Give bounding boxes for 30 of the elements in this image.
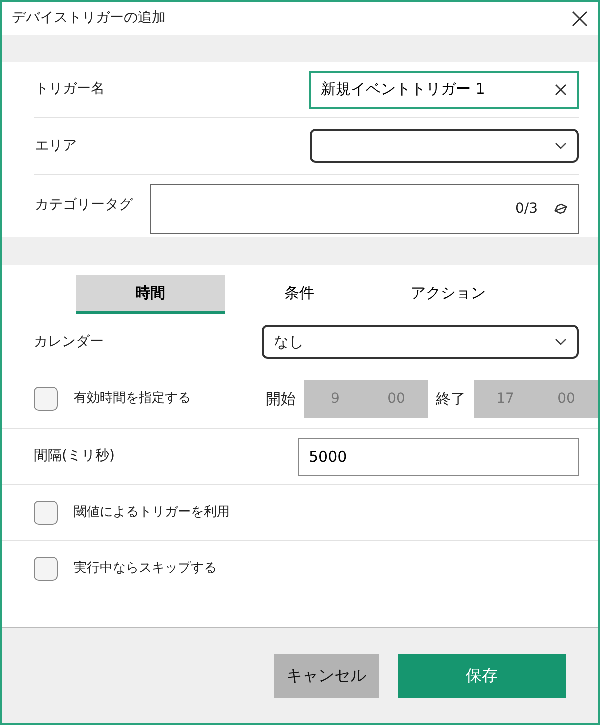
- checkbox[interactable]: [34, 556, 58, 580]
- time-label: 開始: [266, 388, 296, 410]
- field-label: カテゴリータグ: [34, 196, 133, 215]
- chevron-down-icon: [555, 338, 567, 346]
- eraser-icon[interactable]: [554, 203, 568, 215]
- checkbox-label: 有効時間を指定する: [74, 390, 191, 408]
- checkbox[interactable]: [34, 500, 58, 524]
- checkbox[interactable]: [34, 387, 58, 411]
- chevron-down-icon: [555, 142, 567, 150]
- checkbox-label: 閾値によるトリガーを利用: [74, 504, 230, 522]
- cancel-button[interactable]: キャンセル: [274, 654, 379, 698]
- save-button[interactable]: 保存: [398, 654, 566, 698]
- field-label: トリガー名: [34, 80, 105, 99]
- window-title: デバイストリガーの追加: [12, 9, 166, 28]
- tab[interactable]: 条件: [225, 275, 374, 314]
- text-field[interactable]: 5000: [298, 438, 579, 476]
- tab[interactable]: 時間: [76, 275, 225, 314]
- tag-count: 0/3: [515, 200, 538, 218]
- tag-field[interactable]: 0/3: [150, 184, 579, 234]
- text-field[interactable]: 新規イベントトリガー 1: [309, 70, 579, 108]
- checkbox-label: 実行中ならスキップする: [74, 560, 217, 578]
- dropdown-field[interactable]: [310, 129, 579, 163]
- tab[interactable]: アクション: [374, 275, 523, 314]
- field-label: カレンダー: [34, 332, 104, 352]
- dropdown-field[interactable]: なし: [262, 325, 579, 359]
- field-label: 間隔(ミリ秒): [34, 447, 115, 466]
- close-icon[interactable]: [572, 10, 588, 26]
- clear-icon[interactable]: [555, 84, 567, 96]
- field-label: エリア: [34, 136, 77, 156]
- time-label: 終了: [436, 388, 466, 410]
